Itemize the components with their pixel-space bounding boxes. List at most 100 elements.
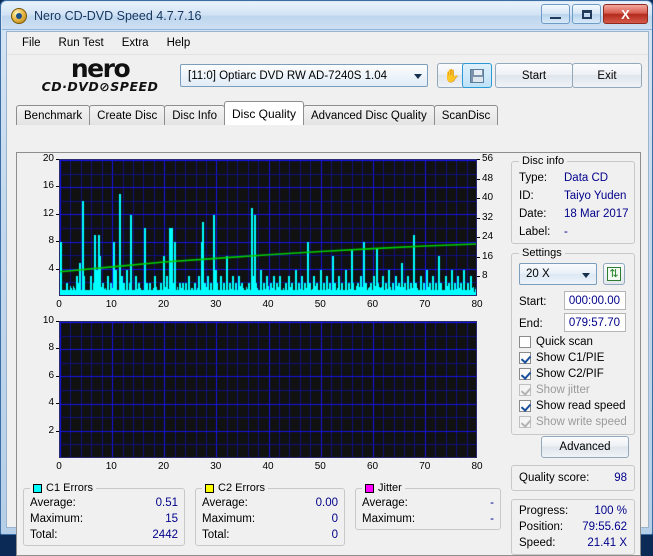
menu-item-help[interactable]: Help xyxy=(159,34,199,52)
checkbox-show-c1-pie[interactable]: Show C1/PIE xyxy=(519,352,604,364)
checkbox-box xyxy=(519,352,531,364)
logo-wordmark: nero xyxy=(25,57,175,80)
y-tick xyxy=(56,241,59,242)
jitter-maximum-label: Maximum: xyxy=(362,513,415,525)
c1-plot-area xyxy=(59,159,477,296)
tab-disc-quality[interactable]: Disc Quality xyxy=(224,101,304,125)
c1-total-value: 2442 xyxy=(112,529,178,541)
chart-area: 48121620 8162432404856 01020304050607080… xyxy=(17,153,505,483)
x-tick-label: 20 xyxy=(152,461,176,472)
x-tick-label: 30 xyxy=(204,461,228,472)
save-button[interactable] xyxy=(462,63,492,88)
y2-tick-label: 32 xyxy=(482,212,504,223)
menu-item-run-test[interactable]: Run Test xyxy=(51,34,112,52)
menu-item-extra[interactable]: Extra xyxy=(114,34,157,52)
exit-button[interactable]: Exit xyxy=(572,63,642,88)
y2-tick xyxy=(477,179,480,180)
settings-group: Settings 20 X ⇅ Start: 000:00.00 End: 07… xyxy=(511,253,635,435)
start-button[interactable]: Start xyxy=(495,63,573,88)
tab-bar: Benchmark Create Disc Disc Info Disc Qua… xyxy=(16,101,648,125)
maximize-button[interactable] xyxy=(572,4,601,24)
disc-type-value: Data CD xyxy=(564,172,608,184)
y-tick-label: 8 xyxy=(32,342,54,353)
refresh-icon: ⇅ xyxy=(607,267,621,281)
speed-select[interactable]: 20 X xyxy=(519,263,597,285)
y2-tick xyxy=(477,159,480,160)
x-tick-label: 60 xyxy=(361,461,385,472)
y2-tick-label: 24 xyxy=(482,231,504,242)
c2-errors-title: C2 Errors xyxy=(218,482,265,494)
y-tick xyxy=(56,403,59,404)
disc-type-label: Type: xyxy=(519,172,547,184)
jitter-average-label: Average: xyxy=(362,497,408,509)
c1-errors-stats: C1 Errors Average: 0.51 Maximum: 15 Tota… xyxy=(23,488,185,546)
disc-quality-panel: 48121620 8162432404856 01020304050607080… xyxy=(16,152,641,556)
x-tick-label: 20 xyxy=(152,299,176,310)
y2-tick-label: 8 xyxy=(482,270,504,281)
position-label: Position: xyxy=(519,521,563,533)
checkbox-show-read-speed[interactable]: Show read speed xyxy=(519,400,626,412)
y2-tick xyxy=(477,198,480,199)
c1-average-value: 0.51 xyxy=(112,497,178,509)
tab-advanced-disc-quality[interactable]: Advanced Disc Quality xyxy=(303,105,435,125)
start-input[interactable]: 000:00.00 xyxy=(564,291,626,310)
y-tick-label: 2 xyxy=(32,425,54,436)
tab-scandisc[interactable]: ScanDisc xyxy=(434,105,499,125)
x-tick-label: 80 xyxy=(465,461,489,472)
tab-create-disc[interactable]: Create Disc xyxy=(89,105,165,125)
y-tick-label: 20 xyxy=(32,153,54,164)
c2-plot-area xyxy=(59,321,477,458)
y2-tick xyxy=(477,276,480,277)
disc-id-label: ID: xyxy=(519,190,534,202)
disc-label-label: Label: xyxy=(519,226,550,238)
client-area: File Run Test Extra Help nero CD·DVD⊘SPE… xyxy=(6,31,649,528)
progress-group: Progress: 100 % Position: 79:55.62 Speed… xyxy=(511,499,635,555)
y-tick-label: 10 xyxy=(32,315,54,326)
drive-select[interactable]: [11:0] Optiarc DVD RW AD-7240S 1.04 xyxy=(180,64,428,87)
c1-maximum-value: 15 xyxy=(112,513,178,525)
quality-score-label: Quality score: xyxy=(519,472,589,484)
c2-errors-legend: C2 Errors xyxy=(202,482,268,494)
disc-label-value: - xyxy=(564,226,568,238)
checkbox-label: Quick scan xyxy=(536,336,593,348)
tab-benchmark[interactable]: Benchmark xyxy=(16,105,90,125)
tab-disc-info[interactable]: Disc Info xyxy=(164,105,225,125)
c1-total-label: Total: xyxy=(30,529,58,541)
quality-score-value: 98 xyxy=(591,472,627,484)
x-tick-label: 30 xyxy=(204,299,228,310)
end-input-value: 079:57.70 xyxy=(569,317,620,329)
window-controls: X xyxy=(541,4,648,24)
disc-info-title: Disc info xyxy=(519,155,567,167)
checkbox-show-c2-pif[interactable]: Show C2/PIF xyxy=(519,368,604,380)
toolbar: nero CD·DVD⊘SPEED [11:0] Optiarc DVD RW … xyxy=(7,55,648,100)
end-input[interactable]: 079:57.70 xyxy=(564,313,626,332)
c2-maximum-label: Maximum: xyxy=(202,513,255,525)
x-tick-label: 0 xyxy=(47,461,71,472)
y-tick xyxy=(56,159,59,160)
y-tick xyxy=(56,431,59,432)
y-tick xyxy=(56,269,59,270)
checkbox-label: Show C1/PIE xyxy=(536,352,604,364)
y-tick-label: 8 xyxy=(32,235,54,246)
jitter-title: Jitter xyxy=(378,482,402,494)
checkbox-box xyxy=(519,368,531,380)
advanced-button[interactable]: Advanced xyxy=(541,436,629,458)
disc-date-value: 18 Mar 2017 xyxy=(564,208,629,220)
progress-label: Progress: xyxy=(519,505,568,517)
refresh-button[interactable]: ⇅ xyxy=(603,263,625,285)
jitter-stats: Jitter Average: - Maximum: - xyxy=(355,488,501,530)
checkbox-box xyxy=(519,400,531,412)
settings-title: Settings xyxy=(519,247,565,259)
minimize-button[interactable] xyxy=(541,4,570,24)
x-tick-label: 50 xyxy=(308,461,332,472)
chevron-down-icon xyxy=(414,74,422,79)
app-window: Nero CD-DVD Speed 4.7.7.16 X File Run Te… xyxy=(0,0,653,535)
hand-icon: ✋ xyxy=(444,69,460,82)
y-tick-label: 4 xyxy=(32,263,54,274)
position-value: 79:55.62 xyxy=(571,521,627,533)
y2-tick xyxy=(477,218,480,219)
checkbox-quick-scan[interactable]: Quick scan xyxy=(519,336,593,348)
close-button[interactable]: X xyxy=(603,4,648,24)
y-tick xyxy=(56,186,59,187)
menu-item-file[interactable]: File xyxy=(14,34,49,52)
